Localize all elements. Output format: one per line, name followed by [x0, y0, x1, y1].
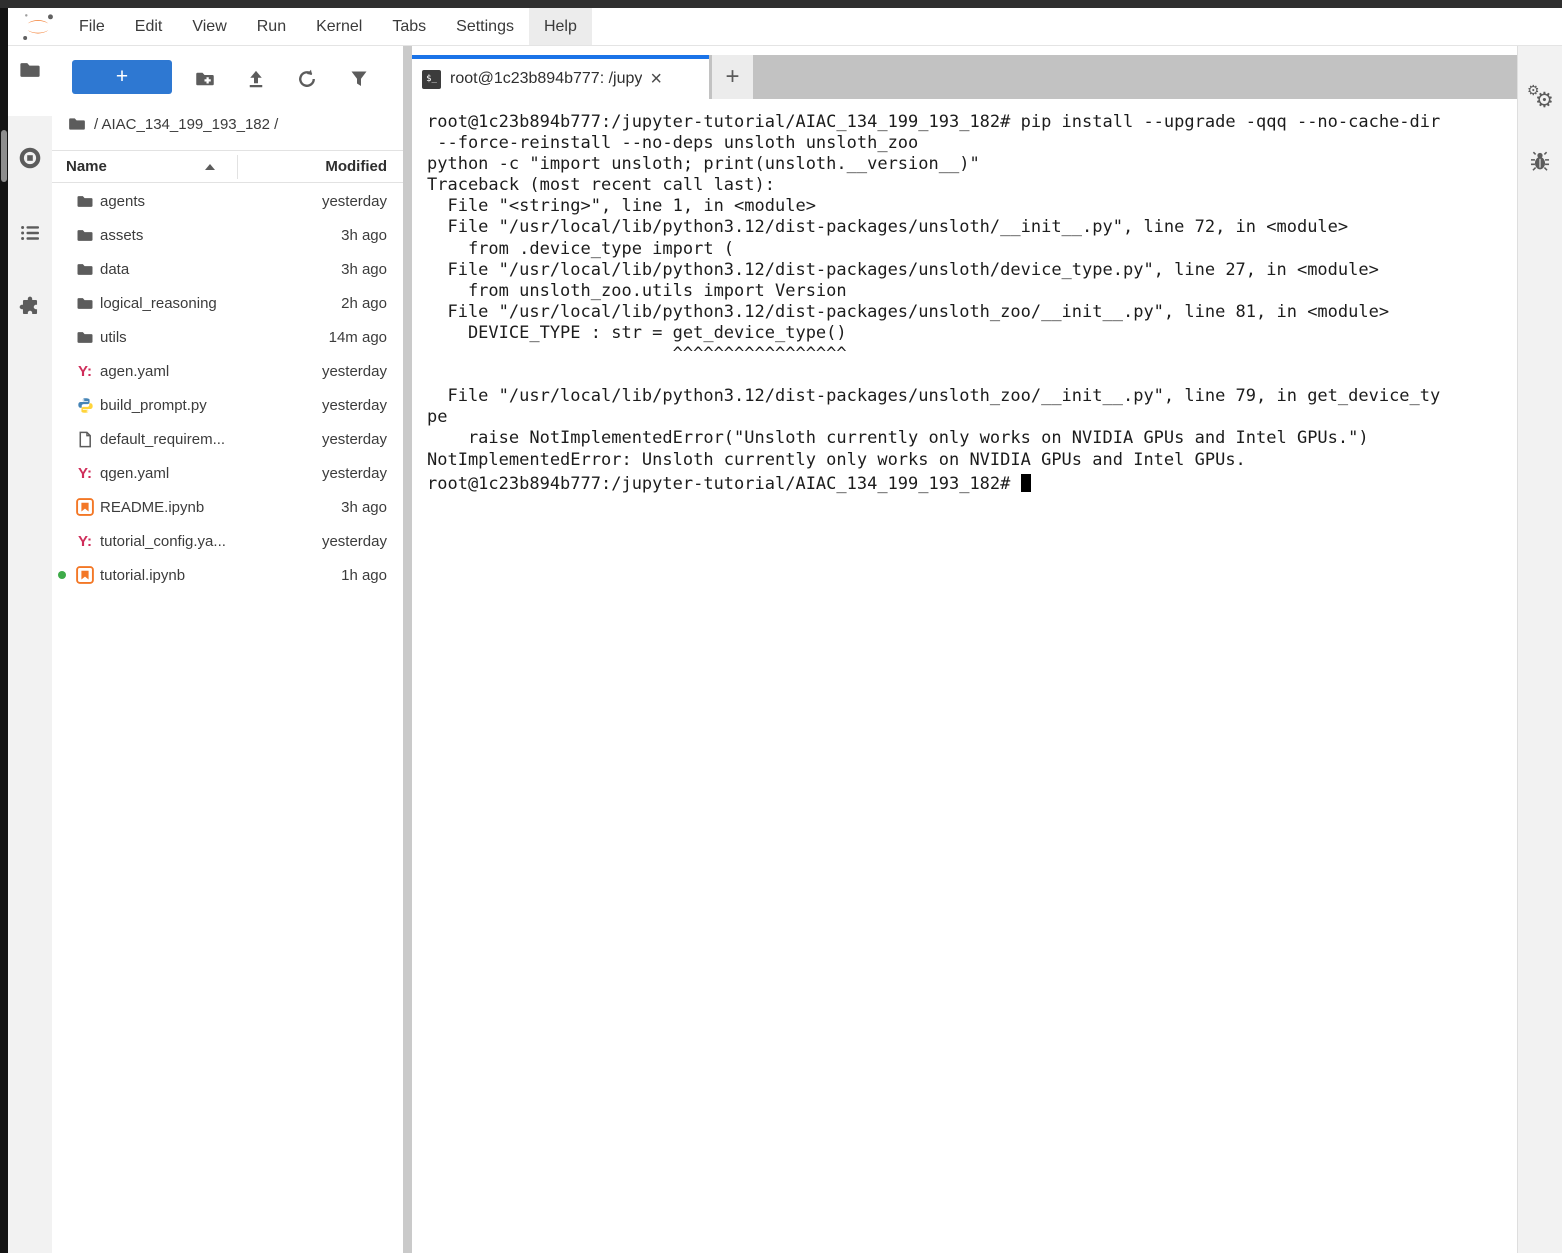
file-list-header: Name Modified	[52, 150, 403, 183]
menu-view[interactable]: View	[177, 8, 241, 45]
tab-bar: $_ root@1c23b894b777: /jupy × +	[412, 55, 1517, 99]
file-row-build-prompt-py[interactable]: build_prompt.py yesterday	[52, 388, 403, 422]
scrollbar-thumb[interactable]	[1, 130, 7, 182]
file-name: build_prompt.py	[100, 397, 207, 414]
kernel-running-indicator	[58, 571, 66, 579]
activity-bar	[8, 46, 52, 1253]
file-browser-panel: + / AIAC_134_199_193_182 / Name Modified…	[52, 46, 403, 1253]
new-folder-icon[interactable]	[195, 69, 215, 89]
folder-icon	[68, 116, 86, 132]
breadcrumb[interactable]: / AIAC_134_199_193_182 /	[52, 108, 403, 140]
debugger-icon[interactable]	[1529, 150, 1551, 172]
active-tab-highlight	[8, 46, 52, 116]
right-sidebar: ⚙ ⚙	[1517, 46, 1562, 1253]
close-tab-icon[interactable]: ×	[650, 69, 662, 89]
file-modified: yesterday	[322, 397, 403, 414]
filter-icon[interactable]	[349, 69, 369, 89]
extension-manager-icon[interactable]	[19, 296, 41, 318]
file-modified: 14m ago	[329, 329, 403, 346]
property-inspector-icon[interactable]: ⚙ ⚙	[1527, 82, 1555, 110]
file-modified: 3h ago	[341, 261, 403, 278]
terminal-output[interactable]: root@1c23b894b777:/jupyter-tutorial/AIAC…	[427, 112, 1507, 495]
file-icon	[77, 431, 93, 448]
python-icon	[77, 397, 94, 414]
menu-bar: File Edit View Run Kernel Tabs Settings …	[8, 8, 1562, 46]
panel-divider[interactable]	[403, 46, 412, 1253]
file-row-default-requirem-[interactable]: default_requirem... yesterday	[52, 422, 403, 456]
terminal-tab-label: root@1c23b894b777: /jupy	[450, 70, 642, 88]
file-row-assets[interactable]: assets 3h ago	[52, 218, 403, 252]
menu-settings[interactable]: Settings	[441, 8, 529, 45]
file-modified: 3h ago	[341, 499, 403, 516]
file-modified: yesterday	[322, 533, 403, 550]
file-row-agen-yaml[interactable]: Y: agen.yaml yesterday	[52, 354, 403, 388]
yaml-icon: Y:	[78, 465, 92, 482]
file-row-logical-reasoning[interactable]: logical_reasoning 2h ago	[52, 286, 403, 320]
file-browser-toolbar: +	[52, 46, 403, 102]
file-row-tutorial-ipynb[interactable]: tutorial.ipynb 1h ago	[52, 558, 403, 592]
terminal-tab[interactable]: $_ root@1c23b894b777: /jupy ×	[412, 55, 709, 99]
file-modified: yesterday	[322, 465, 403, 482]
file-modified: yesterday	[322, 431, 403, 448]
column-divider	[237, 155, 238, 179]
folder-icon	[76, 330, 94, 345]
yaml-icon: Y:	[78, 533, 92, 550]
file-row-utils[interactable]: utils 14m ago	[52, 320, 403, 354]
menu-help[interactable]: Help	[529, 8, 592, 45]
file-modified: 3h ago	[341, 227, 403, 244]
file-modified: 1h ago	[341, 567, 403, 584]
file-name: README.ipynb	[100, 499, 204, 516]
menu-file[interactable]: File	[64, 8, 120, 45]
file-name: default_requirem...	[100, 431, 225, 448]
file-row-agents[interactable]: agents yesterday	[52, 184, 403, 218]
terminal-icon: $_	[422, 70, 441, 89]
file-row-qgen-yaml[interactable]: Y: qgen.yaml yesterday	[52, 456, 403, 490]
file-name: agents	[100, 193, 145, 210]
file-row-tutorial-config-ya-[interactable]: Y: tutorial_config.ya... yesterday	[52, 524, 403, 558]
new-tab-button[interactable]: +	[712, 55, 753, 99]
running-kernels-icon[interactable]	[19, 147, 41, 169]
file-name: tutorial_config.ya...	[100, 533, 226, 550]
file-name: qgen.yaml	[100, 465, 169, 482]
file-name: data	[100, 261, 129, 278]
menu-run[interactable]: Run	[242, 8, 301, 45]
file-name: assets	[100, 227, 143, 244]
folder-icon	[76, 228, 94, 243]
terminal-cursor	[1021, 474, 1031, 492]
notebook-icon	[76, 566, 94, 584]
window-top-strip	[0, 0, 1562, 8]
table-of-contents-icon[interactable]	[19, 222, 41, 244]
folder-icon	[76, 262, 94, 277]
folder-icon	[76, 194, 94, 209]
menu-kernel[interactable]: Kernel	[301, 8, 377, 45]
yaml-icon: Y:	[78, 363, 92, 380]
file-modified: 2h ago	[341, 295, 403, 312]
column-header-modified[interactable]: Modified	[325, 158, 403, 175]
upload-icon[interactable]	[246, 69, 266, 89]
file-row-data[interactable]: data 3h ago	[52, 252, 403, 286]
folder-icon	[76, 296, 94, 311]
jupyter-logo-icon	[18, 11, 58, 45]
file-name: agen.yaml	[100, 363, 169, 380]
file-browser-icon[interactable]	[19, 59, 41, 81]
window-left-strip	[0, 8, 8, 1253]
file-row-readme-ipynb[interactable]: README.ipynb 3h ago	[52, 490, 403, 524]
menu-edit[interactable]: Edit	[120, 8, 178, 45]
column-header-name[interactable]: Name	[52, 158, 107, 175]
file-modified: yesterday	[322, 363, 403, 380]
breadcrumb-path: / AIAC_134_199_193_182 /	[94, 116, 278, 133]
file-list: agents yesterday assets 3h ago data 3h a…	[52, 184, 403, 592]
file-modified: yesterday	[322, 193, 403, 210]
notebook-icon	[76, 498, 94, 516]
sort-ascending-icon[interactable]	[205, 164, 215, 170]
file-name: tutorial.ipynb	[100, 567, 185, 584]
refresh-icon[interactable]	[297, 69, 317, 89]
main-area: $_ root@1c23b894b777: /jupy × + root@1c2…	[412, 46, 1517, 1253]
menu-tabs[interactable]: Tabs	[377, 8, 441, 45]
file-name: utils	[100, 329, 127, 346]
new-launcher-button[interactable]: +	[72, 60, 172, 94]
file-name: logical_reasoning	[100, 295, 217, 312]
